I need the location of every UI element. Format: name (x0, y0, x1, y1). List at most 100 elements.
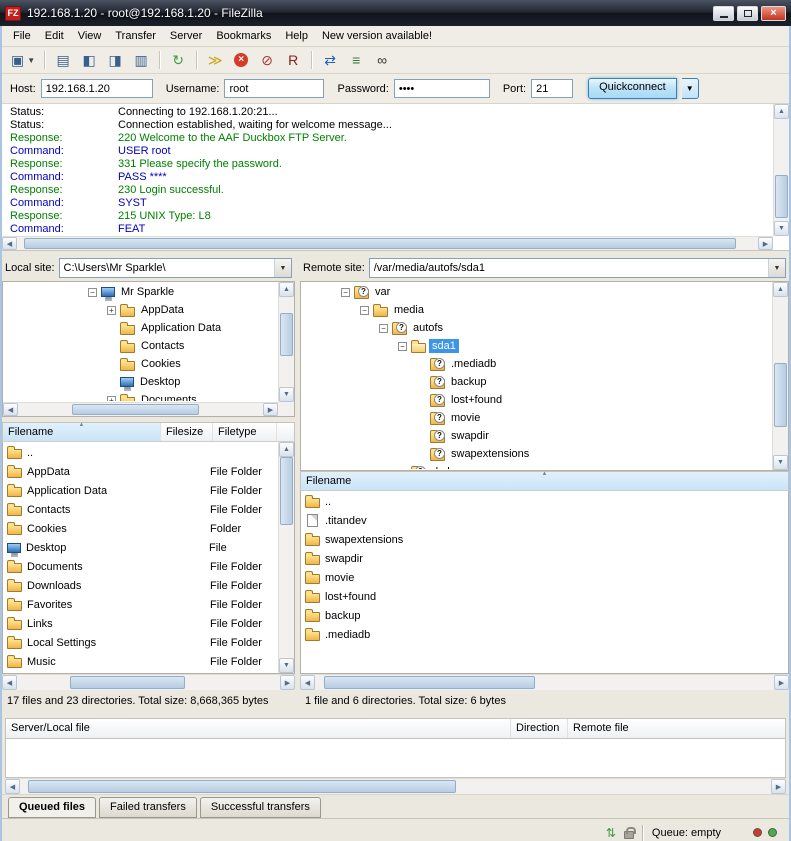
scrollbar-thumb[interactable] (72, 404, 199, 415)
tab-successful-transfers[interactable]: Successful transfers (200, 797, 321, 818)
scroll-up-button[interactable]: ▲ (279, 442, 294, 457)
site-manager-button[interactable]: ▣▼ (8, 49, 38, 71)
scrollbar-thumb[interactable] (775, 175, 788, 218)
file-row-music[interactable]: MusicFile Folder (4, 652, 277, 671)
column-header-direction[interactable]: Direction (511, 719, 568, 738)
tree-item-appdata[interactable]: +AppData (4, 301, 277, 319)
remote-site-input[interactable] (370, 262, 768, 274)
local-tree-horizontal-scrollbar[interactable]: ◀ ▶ (3, 402, 278, 416)
host-input[interactable] (41, 79, 153, 98)
tree-item-var[interactable]: −var (302, 283, 771, 301)
chevron-down-icon[interactable]: ▼ (274, 259, 291, 277)
expander-plus-icon[interactable]: + (107, 396, 116, 402)
column-header-filesize[interactable]: Filesize (161, 423, 213, 441)
tree-item-lost-found[interactable]: lost+found (302, 391, 771, 409)
remote-tree-vertical-scrollbar[interactable]: ▲ ▼ (772, 282, 788, 470)
expander-minus-icon[interactable]: − (88, 288, 97, 297)
expander-minus-icon[interactable]: − (341, 288, 350, 297)
scrollbar-thumb[interactable] (280, 313, 293, 356)
username-input[interactable] (224, 79, 324, 98)
scrollbar-thumb[interactable] (774, 363, 787, 426)
remote-site-combobox[interactable]: ▼ (369, 258, 786, 278)
tree-item-swapdir[interactable]: swapdir (302, 427, 771, 445)
expander-minus-icon[interactable]: − (379, 324, 388, 333)
process-queue-button[interactable]: ≫ (203, 49, 227, 71)
tab-queued-files[interactable]: Queued files (8, 797, 96, 818)
cancel-button[interactable]: × (229, 49, 253, 71)
port-input[interactable] (531, 79, 573, 98)
scroll-right-button[interactable]: ▶ (280, 675, 295, 690)
tree-item-cookies[interactable]: Cookies (4, 355, 277, 373)
file-row-swapextensions[interactable]: swapextensions (302, 530, 787, 549)
queue-horizontal-scrollbar[interactable]: ◀ ▶ (5, 778, 786, 794)
search-button[interactable]: ∞ (370, 49, 394, 71)
scroll-left-button[interactable]: ◀ (5, 779, 20, 794)
column-header-filename[interactable]: ▲Filename (301, 472, 788, 490)
local-list-horizontal-scrollbar[interactable]: ◀ ▶ (2, 674, 295, 690)
scroll-right-button[interactable]: ▶ (774, 675, 789, 690)
file-row-parent-dir[interactable]: .. (4, 443, 277, 462)
file-row-application-data[interactable]: Application DataFile Folder (4, 481, 277, 500)
menu-item-view[interactable]: View (71, 27, 109, 45)
scroll-up-button[interactable]: ▲ (279, 282, 294, 297)
file-row-titandev[interactable]: .titandev (302, 511, 787, 530)
column-header-filename[interactable]: ▲Filename (3, 423, 161, 441)
file-row-swapdir[interactable]: swapdir (302, 549, 787, 568)
file-row-contacts[interactable]: ContactsFile Folder (4, 500, 277, 519)
column-header-remote-file[interactable]: Remote file (568, 719, 785, 738)
tree-item-swapextensions[interactable]: swapextensions (302, 445, 771, 463)
scrollbar-thumb[interactable] (24, 238, 735, 249)
tree-item-sda1[interactable]: −sda1 (302, 337, 771, 355)
chevron-down-icon[interactable]: ▼ (768, 259, 785, 277)
scroll-down-button[interactable]: ▼ (279, 387, 294, 402)
expander-minus-icon[interactable]: − (360, 306, 369, 315)
site-manager-dropdown-arrow[interactable]: ▼ (27, 56, 35, 65)
password-input[interactable] (394, 79, 490, 98)
file-row-downloads[interactable]: DownloadsFile Folder (4, 576, 277, 595)
scroll-up-button[interactable]: ▲ (773, 282, 788, 297)
toggle-remote-tree-button[interactable]: ◨ (103, 49, 127, 71)
close-button[interactable]: × (761, 6, 786, 21)
scroll-right-button[interactable]: ▶ (263, 403, 278, 416)
toggle-queue-button[interactable]: ▥ (129, 49, 153, 71)
scroll-left-button[interactable]: ◀ (3, 403, 18, 416)
tree-item-dvd[interactable]: dvd (302, 463, 771, 469)
local-tree-vertical-scrollbar[interactable]: ▲ ▼ (278, 282, 294, 402)
tree-item-autofs[interactable]: −autofs (302, 319, 771, 337)
tree-item-backup[interactable]: backup (302, 373, 771, 391)
menu-item-file[interactable]: File (6, 27, 38, 45)
reconnect-button[interactable]: R (281, 49, 305, 71)
scrollbar-thumb[interactable] (70, 676, 186, 689)
expander-plus-icon[interactable]: + (107, 306, 116, 315)
scroll-left-button[interactable]: ◀ (2, 237, 17, 250)
toggle-local-tree-button[interactable]: ◧ (77, 49, 101, 71)
scroll-right-button[interactable]: ▶ (758, 237, 773, 250)
scroll-left-button[interactable]: ◀ (2, 675, 17, 690)
scroll-up-button[interactable]: ▲ (774, 104, 789, 119)
quickconnect-dropdown-button[interactable]: ▼ (682, 78, 699, 99)
file-row-desktop[interactable]: DesktopFile (4, 538, 277, 557)
remote-list-horizontal-scrollbar[interactable]: ◀ ▶ (300, 674, 789, 690)
file-row-lost-found[interactable]: lost+found (302, 587, 787, 606)
file-row-links[interactable]: LinksFile Folder (4, 614, 277, 633)
file-row-movie[interactable]: movie (302, 568, 787, 587)
speed-limits-icon[interactable]: ⇅ (606, 827, 616, 839)
file-row-mediadb[interactable]: .mediadb (302, 625, 787, 644)
toggle-message-log-button[interactable]: ▤ (51, 49, 75, 71)
local-site-combobox[interactable]: ▼ (59, 258, 292, 278)
tree-item-desktop[interactable]: Desktop (4, 373, 277, 391)
tree-item-media[interactable]: −media (302, 301, 771, 319)
tree-item-mr-sparkle[interactable]: −Mr Sparkle (4, 283, 277, 301)
menu-item-help[interactable]: Help (278, 27, 315, 45)
scroll-down-button[interactable]: ▼ (773, 455, 788, 470)
file-row-local-settings[interactable]: Local SettingsFile Folder (4, 633, 277, 652)
file-row-appdata[interactable]: AppDataFile Folder (4, 462, 277, 481)
local-list-vertical-scrollbar[interactable]: ▲ ▼ (278, 442, 294, 673)
file-row-documents[interactable]: DocumentsFile Folder (4, 557, 277, 576)
maximize-button[interactable] (737, 6, 758, 21)
tree-item-documents[interactable]: +Documents (4, 391, 277, 401)
file-row-favorites[interactable]: FavoritesFile Folder (4, 595, 277, 614)
tree-item-application-data[interactable]: Application Data (4, 319, 277, 337)
menu-item-new-version-available[interactable]: New version available! (315, 27, 439, 45)
message-log-horizontal-scrollbar[interactable]: ◀ ▶ (2, 236, 773, 250)
